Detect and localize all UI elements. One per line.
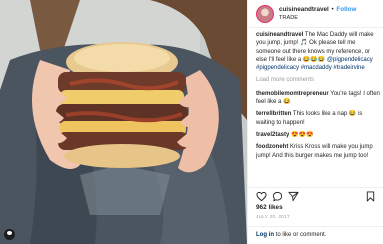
header-separator: •	[331, 5, 334, 13]
share-icon[interactable]	[288, 191, 299, 202]
load-more-comments[interactable]: Load more comments	[256, 76, 380, 84]
caption-username[interactable]: cuisineandtravel	[256, 32, 303, 38]
comment-username[interactable]: themobilemomtrepreneur	[256, 91, 329, 97]
follow-button[interactable]: Follow	[336, 6, 356, 13]
comment-username[interactable]: foodzoneht	[256, 144, 288, 150]
post-header: cuisineandtravel • Follow TRADE	[248, 0, 383, 28]
comment-item: foodzoneht Kriss Kross will make you jum…	[256, 143, 380, 160]
header-username[interactable]: cuisineandtravel	[279, 6, 329, 13]
login-link[interactable]: Log in	[256, 232, 274, 238]
comments-section: cuisineandtravel The Mac Daddy will make…	[256, 31, 380, 164]
heart-icon[interactable]	[256, 191, 267, 202]
comment-username[interactable]: terrellbritten	[256, 111, 291, 117]
comment-item: terrellbritten This looks like a nap 😂 i…	[256, 110, 380, 127]
comment-text: 😍😍😍	[291, 131, 314, 138]
post-photo[interactable]	[0, 0, 247, 244]
bookmark-icon[interactable]	[365, 191, 376, 202]
burger-photo-illustration	[0, 0, 247, 244]
location-link[interactable]: TRADE	[279, 14, 356, 22]
post-sidebar: cuisineandtravel • Follow TRADE cuisinea…	[247, 0, 383, 244]
comment-icon[interactable]	[272, 191, 283, 202]
caption: cuisineandtravel The Mac Daddy will make…	[256, 31, 380, 72]
login-text: to like or comment.	[275, 232, 327, 238]
action-bar	[248, 187, 383, 203]
comment-item: travel2tasty 😍😍😍	[256, 131, 380, 139]
user-tag-icon[interactable]	[4, 229, 15, 240]
login-prompt: Log in to like or comment.	[248, 226, 383, 244]
comment-item: themobilemomtrepreneur You're tags! I of…	[256, 90, 380, 107]
avatar[interactable]	[256, 4, 274, 23]
like-count[interactable]: 962 likes	[256, 204, 283, 211]
post-date: JULY 20, 2017	[256, 214, 290, 219]
comment-username[interactable]: travel2tasty	[256, 132, 289, 138]
